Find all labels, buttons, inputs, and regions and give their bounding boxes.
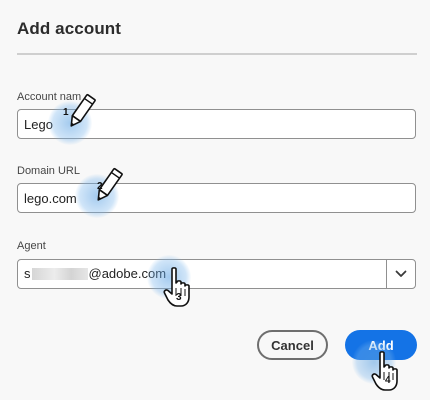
account-name-label: Account nam xyxy=(17,91,82,103)
chevron-down-icon xyxy=(395,270,407,277)
account-name-input[interactable] xyxy=(17,109,416,139)
dialog-title: Add account xyxy=(17,19,122,38)
agent-select[interactable]: s @adobe.com xyxy=(17,259,416,289)
domain-url-input[interactable] xyxy=(17,183,416,213)
cancel-button[interactable]: Cancel xyxy=(257,330,328,360)
agent-value-prefix: s xyxy=(24,266,31,281)
redacted-text xyxy=(31,268,88,280)
add-button[interactable]: Add xyxy=(345,330,417,360)
agent-selected-value: s @adobe.com xyxy=(24,266,166,281)
domain-url-label: Domain URL xyxy=(17,165,80,177)
step-3-number: 3 xyxy=(176,292,182,303)
agent-value-suffix: @adobe.com xyxy=(88,266,167,281)
title-divider xyxy=(17,53,417,55)
add-account-dialog: Add account Account nam Domain URL Agent… xyxy=(0,0,430,400)
agent-label: Agent xyxy=(17,240,46,252)
agent-dropdown-button[interactable] xyxy=(387,260,415,288)
step-4-number: 4 xyxy=(385,375,391,386)
